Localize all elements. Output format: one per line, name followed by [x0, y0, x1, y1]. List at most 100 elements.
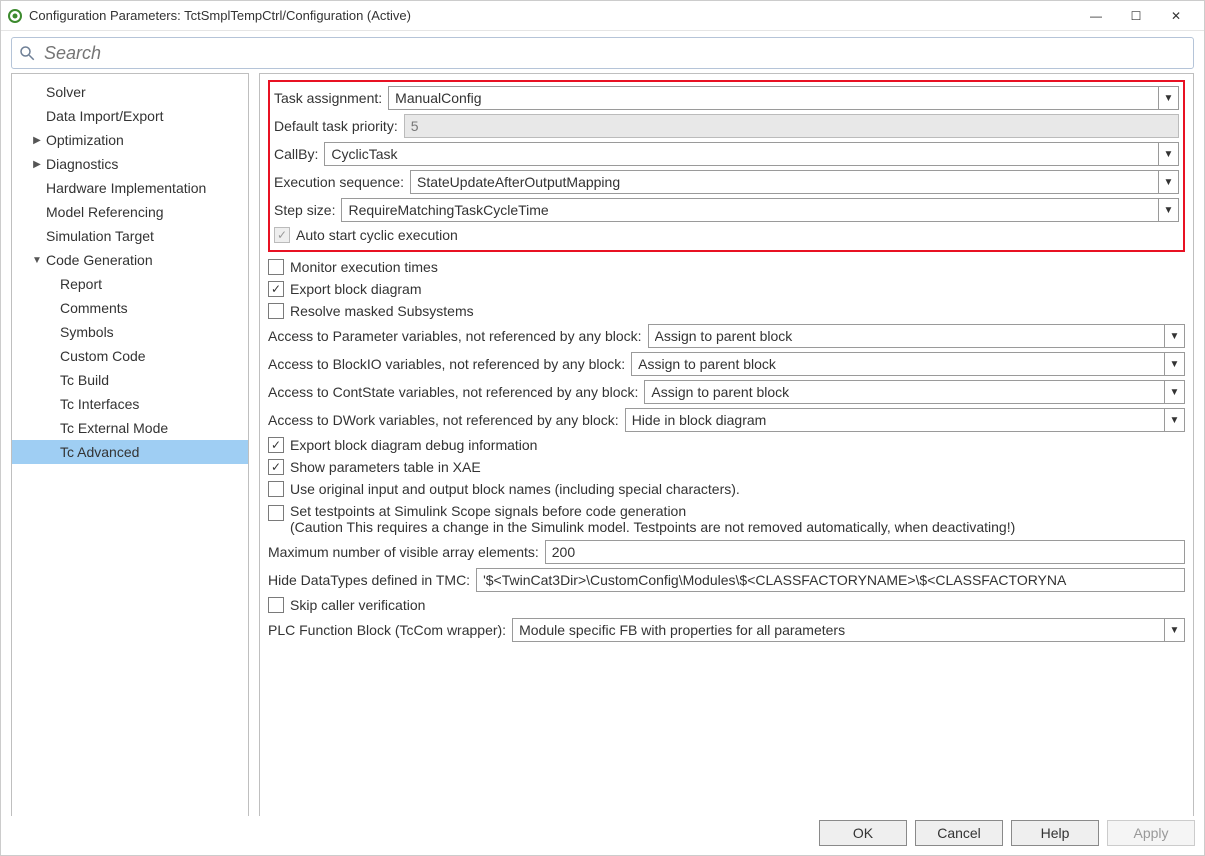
tree-item[interactable]: Model Referencing	[12, 200, 248, 224]
tree-item-label: Tc Interfaces	[58, 396, 139, 412]
max-visible-array-input[interactable]: 200	[545, 540, 1185, 564]
plc-fb-wrapper-dropdown[interactable]: Module specific FB with properties for a…	[512, 618, 1185, 642]
skip-caller-checkbox[interactable]	[268, 597, 284, 613]
ok-button[interactable]: OK	[819, 820, 907, 846]
skip-caller-label: Skip caller verification	[290, 597, 425, 613]
tree-item-label: Custom Code	[58, 348, 146, 364]
export-block-diagram-label: Export block diagram	[290, 281, 422, 297]
access-blockio-dropdown[interactable]: Assign to parent block ▼	[631, 352, 1185, 376]
plc-fb-wrapper-label: PLC Function Block (TcCom wrapper):	[268, 622, 506, 638]
tree-item-label: Model Referencing	[44, 204, 164, 220]
tree-item[interactable]: Data Import/Export	[12, 104, 248, 128]
step-size-label: Step size:	[274, 202, 335, 218]
access-param-label: Access to Parameter variables, not refer…	[268, 328, 642, 344]
maximize-button[interactable]: ☐	[1116, 9, 1156, 23]
chevron-down-icon: ▼	[1158, 171, 1178, 193]
show-params-xae-label: Show parameters table in XAE	[290, 459, 481, 475]
access-contstate-label: Access to ContState variables, not refer…	[268, 384, 638, 400]
tree-item-label: Code Generation	[44, 252, 153, 268]
expand-icon[interactable]: ▼	[30, 255, 44, 266]
tree-item[interactable]: Comments	[12, 296, 248, 320]
tree-item-label: Symbols	[58, 324, 114, 340]
app-icon	[7, 8, 23, 24]
apply-button: Apply	[1107, 820, 1195, 846]
default-task-priority-label: Default task priority:	[274, 118, 398, 134]
category-tree[interactable]: SolverData Import/Export▶Optimization▶Di…	[11, 73, 249, 833]
tree-item-label: Solver	[44, 84, 86, 100]
tree-item[interactable]: Custom Code	[12, 344, 248, 368]
tree-item-label: Diagnostics	[44, 156, 118, 172]
show-params-xae-checkbox[interactable]	[268, 459, 284, 475]
dialog-footer: OK Cancel Help Apply	[10, 816, 1195, 850]
window-title: Configuration Parameters: TctSmplTempCtr…	[29, 8, 1076, 23]
max-visible-array-label: Maximum number of visible array elements…	[268, 544, 539, 560]
export-debug-label: Export block diagram debug information	[290, 437, 537, 453]
task-assignment-dropdown[interactable]: ManualConfig ▼	[388, 86, 1179, 110]
chevron-down-icon: ▼	[1164, 619, 1184, 641]
tree-item[interactable]: Hardware Implementation	[12, 176, 248, 200]
export-block-diagram-checkbox[interactable]	[268, 281, 284, 297]
use-orig-names-label: Use original input and output block name…	[290, 481, 740, 497]
tree-item[interactable]: Tc External Mode	[12, 416, 248, 440]
close-button[interactable]: ✕	[1156, 9, 1196, 23]
tree-item[interactable]: Tc Interfaces	[12, 392, 248, 416]
tree-item[interactable]: Tc Build	[12, 368, 248, 392]
callby-label: CallBy:	[274, 146, 318, 162]
set-testpoints-checkbox[interactable]	[268, 505, 284, 521]
tree-item-label: Tc Build	[58, 372, 109, 388]
tree-item-label: Tc External Mode	[58, 420, 168, 436]
tree-item-label: Data Import/Export	[44, 108, 164, 124]
step-size-dropdown[interactable]: RequireMatchingTaskCycleTime ▼	[341, 198, 1179, 222]
chevron-down-icon: ▼	[1158, 87, 1178, 109]
monitor-times-checkbox[interactable]	[268, 259, 284, 275]
tree-item[interactable]: Report	[12, 272, 248, 296]
task-assignment-label: Task assignment:	[274, 90, 382, 106]
tree-item-label: Tc Advanced	[58, 444, 139, 460]
callby-dropdown[interactable]: CyclicTask ▼	[324, 142, 1179, 166]
access-blockio-label: Access to BlockIO variables, not referen…	[268, 356, 625, 372]
chevron-down-icon: ▼	[1164, 325, 1184, 347]
use-orig-names-checkbox[interactable]	[268, 481, 284, 497]
search-row	[1, 31, 1204, 73]
auto-start-label: Auto start cyclic execution	[296, 227, 458, 243]
search-icon	[18, 44, 36, 62]
titlebar: Configuration Parameters: TctSmplTempCtr…	[1, 1, 1204, 31]
tree-item[interactable]: ▶Optimization	[12, 128, 248, 152]
cancel-button[interactable]: Cancel	[915, 820, 1003, 846]
minimize-button[interactable]: —	[1076, 9, 1116, 23]
tree-item-label: Report	[58, 276, 102, 292]
expand-icon[interactable]: ▶	[30, 135, 44, 146]
chevron-down-icon: ▼	[1158, 143, 1178, 165]
default-task-priority-input: 5	[404, 114, 1179, 138]
expand-icon[interactable]: ▶	[30, 159, 44, 170]
tree-item[interactable]: Simulation Target	[12, 224, 248, 248]
search-field[interactable]	[42, 42, 1187, 65]
auto-start-checkbox	[274, 227, 290, 243]
tree-item[interactable]: Tc Advanced	[12, 440, 248, 464]
tree-item-label: Hardware Implementation	[44, 180, 206, 196]
tree-item-label: Optimization	[44, 132, 124, 148]
tree-item[interactable]: Solver	[12, 80, 248, 104]
resolve-masked-label: Resolve masked Subsystems	[290, 303, 474, 319]
access-contstate-dropdown[interactable]: Assign to parent block ▼	[644, 380, 1185, 404]
execution-sequence-dropdown[interactable]: StateUpdateAfterOutputMapping ▼	[410, 170, 1179, 194]
tree-item[interactable]: ▶Diagnostics	[12, 152, 248, 176]
tree-item[interactable]: Symbols	[12, 320, 248, 344]
access-dwork-dropdown[interactable]: Hide in block diagram ▼	[625, 408, 1185, 432]
hide-datatypes-input[interactable]: '$<TwinCat3Dir>\CustomConfig\Modules\$<C…	[476, 568, 1185, 592]
chevron-down-icon: ▼	[1164, 381, 1184, 403]
access-dwork-label: Access to DWork variables, not reference…	[268, 412, 619, 428]
access-param-dropdown[interactable]: Assign to parent block ▼	[648, 324, 1185, 348]
chevron-down-icon: ▼	[1164, 409, 1184, 431]
execution-sequence-label: Execution sequence:	[274, 174, 404, 190]
tree-item-label: Comments	[58, 300, 128, 316]
chevron-down-icon: ▼	[1164, 353, 1184, 375]
export-debug-checkbox[interactable]	[268, 437, 284, 453]
resolve-masked-checkbox[interactable]	[268, 303, 284, 319]
tree-item[interactable]: ▼Code Generation	[12, 248, 248, 272]
search-input[interactable]	[11, 37, 1194, 69]
set-testpoints-label: Set testpoints at Simulink Scope signals…	[290, 503, 1015, 535]
help-button[interactable]: Help	[1011, 820, 1099, 846]
tree-item-label: Simulation Target	[44, 228, 154, 244]
monitor-times-label: Monitor execution times	[290, 259, 438, 275]
